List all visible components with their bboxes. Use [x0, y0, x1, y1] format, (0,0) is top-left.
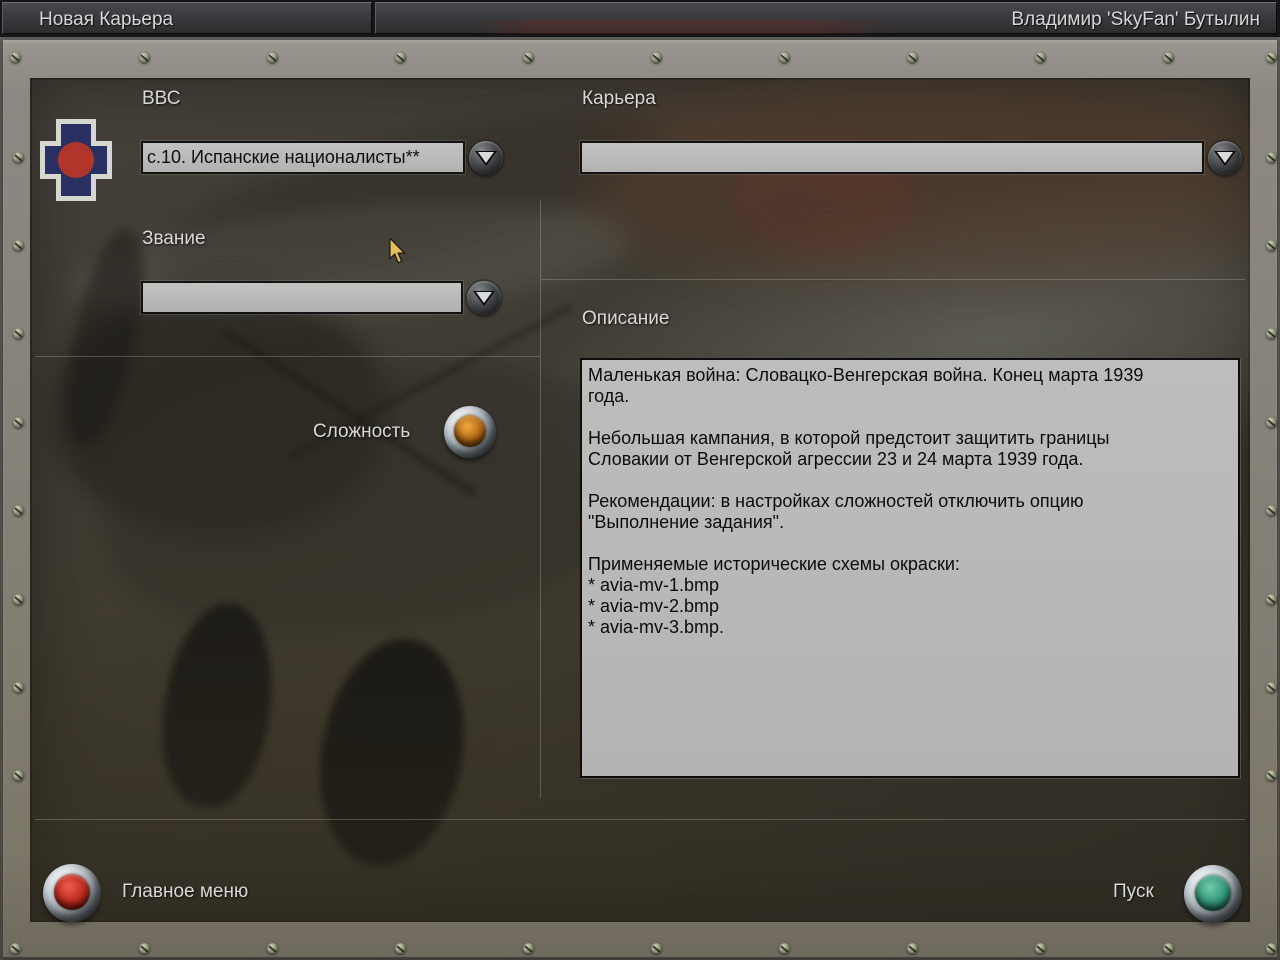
background-bleed-decoration [470, 20, 900, 34]
right-section-divider [541, 279, 1245, 280]
screw-icon [10, 943, 21, 954]
screw-icon [267, 943, 278, 954]
screw-icon [1266, 943, 1277, 954]
air-force-label: ВВС [142, 88, 181, 109]
screw-icon [1163, 943, 1174, 954]
screw-icon [1266, 505, 1277, 516]
title-bar: Новая Карьера Владимир 'SkyFan' Бутылин [0, 0, 1280, 37]
screw-icon [907, 943, 918, 954]
description-text-box: Маленькая война: Словацко-Венгерская вой… [580, 358, 1240, 778]
screw-icon [523, 943, 534, 954]
slovak-roundel-icon [40, 119, 112, 201]
screw-icon [907, 52, 918, 63]
pilot-name: Владимир 'SkyFan' Бутылин [1011, 9, 1260, 30]
screw-icon [1266, 52, 1277, 63]
mouse-cursor-icon [389, 238, 407, 264]
description-paragraph: Применяемые исторические схемы окраски: … [588, 554, 960, 637]
description-paragraph: Рекомендации: в настройках сложностей от… [588, 491, 1084, 532]
left-section-divider [35, 356, 540, 357]
screw-icon [13, 417, 24, 428]
screw-icon [13, 328, 24, 339]
screw-icon [1266, 682, 1277, 693]
footer-divider [35, 819, 1245, 820]
start-lamp-icon [1195, 874, 1231, 911]
screw-icon [779, 52, 790, 63]
screw-icon [1266, 417, 1277, 428]
start-button[interactable] [1184, 865, 1242, 923]
screw-icon [1266, 770, 1277, 781]
new-career-screen: Новая Карьера Владимир 'SkyFan' Бутылин [0, 0, 1280, 960]
screw-icon [779, 943, 790, 954]
screw-icon [651, 943, 662, 954]
rank-select[interactable] [141, 281, 463, 314]
screw-icon [523, 52, 534, 63]
screw-icon [10, 52, 21, 63]
main-menu-label[interactable]: Главное меню [122, 881, 248, 903]
screw-icon [139, 943, 150, 954]
description-label: Описание [582, 308, 670, 329]
page-title: Новая Карьера [39, 9, 174, 30]
screw-icon [139, 52, 150, 63]
difficulty-lamp-icon [453, 414, 487, 448]
screw-icon [13, 770, 24, 781]
description-paragraph: Маленькая война: Словацко-Венгерская вой… [588, 365, 1144, 406]
screw-icon [13, 682, 24, 693]
main-menu-lamp-icon [54, 873, 90, 910]
screw-icon [1266, 240, 1277, 251]
career-dropdown-arrow-icon[interactable] [1208, 141, 1242, 175]
screw-icon [1035, 52, 1046, 63]
screw-icon [267, 52, 278, 63]
screw-icon [395, 943, 406, 954]
air-force-select[interactable]: с.10. Испанские националисты** [141, 141, 465, 174]
start-label[interactable]: Пуск [1113, 881, 1154, 903]
rank-dropdown-arrow-icon[interactable] [467, 281, 501, 315]
screw-icon [13, 594, 24, 605]
vertical-divider [540, 200, 541, 798]
screw-icon [1266, 594, 1277, 605]
screw-icon [1266, 152, 1277, 163]
career-label: Карьера [582, 88, 656, 109]
screw-icon [13, 505, 24, 516]
screw-icon [1266, 328, 1277, 339]
career-select[interactable] [580, 141, 1204, 174]
rank-label: Звание [142, 228, 206, 249]
screw-icon [1035, 943, 1046, 954]
tab-new-career[interactable]: Новая Карьера [2, 2, 372, 34]
main-menu-button[interactable] [43, 864, 101, 922]
screw-icon [1163, 52, 1174, 63]
screw-icon [395, 52, 406, 63]
air-force-dropdown-arrow-icon[interactable] [469, 141, 503, 175]
difficulty-label: Сложность [313, 421, 411, 442]
description-paragraph: Небольшая кампания, в которой предстоит … [588, 428, 1110, 469]
difficulty-button[interactable] [444, 406, 496, 458]
screw-icon [13, 240, 24, 251]
screw-icon [651, 52, 662, 63]
screw-icon [13, 152, 24, 163]
